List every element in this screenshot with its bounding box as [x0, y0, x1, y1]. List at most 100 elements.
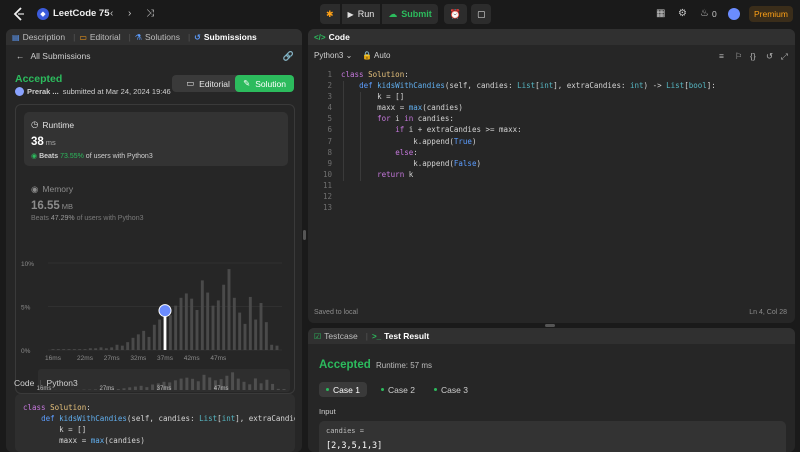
- overview-tick-label: 37ms: [157, 386, 172, 392]
- gear-icon[interactable]: ⚙: [678, 8, 687, 19]
- braces-icon[interactable]: {}: [750, 51, 756, 61]
- case-tab-1[interactable]: Case 1: [319, 382, 367, 397]
- test-tabbar: ☑ Testcase | >_ Test Result: [308, 328, 795, 344]
- auto-mode[interactable]: 🔒 Auto: [362, 51, 390, 60]
- x-tick-label: 16ms: [45, 355, 62, 362]
- submit-button[interactable]: ☁ Submit: [382, 4, 438, 24]
- overview-bar: [202, 374, 206, 390]
- pencil-icon: ✎: [243, 78, 251, 88]
- chevron-left-icon[interactable]: ‹: [110, 8, 113, 19]
- layout-grid-icon[interactable]: ▦: [656, 8, 665, 19]
- chart-bar: [259, 303, 263, 350]
- test-status: Accepted: [319, 359, 371, 371]
- your-submission-marker: [158, 304, 172, 318]
- study-plan-title[interactable]: LeetCode 75: [53, 8, 110, 19]
- back-to-submissions[interactable]: ← All Submissions: [16, 51, 91, 61]
- code-editor-panel: </> Code Python3 ⌄ 🔒 Auto ≡ ⚐ {} ↺ ⤢ 1234…: [308, 29, 795, 323]
- cursor-position: Ln 4, Col 28: [749, 309, 787, 316]
- history-icon: ↺: [194, 32, 201, 42]
- chart-bar: [62, 349, 66, 350]
- overview-tick-label: 47ms: [214, 386, 229, 392]
- case-tab-2[interactable]: Case 2: [374, 382, 422, 397]
- tab-submissions[interactable]: ↺ Submissions: [194, 32, 257, 42]
- code-section-label: Code | Python3: [14, 378, 78, 388]
- bookmark-icon[interactable]: ⚐: [735, 51, 743, 62]
- run-button[interactable]: ▶ Run: [341, 4, 381, 24]
- y-tick-label: 5%: [21, 305, 31, 312]
- alarm-icon: ⏰: [449, 8, 461, 19]
- overview-bar: [271, 383, 275, 390]
- premium-button[interactable]: Premium: [749, 6, 793, 22]
- submission-panel: ▤ Description | ▭ Editorial | ⚗ Solutions |…: [6, 29, 302, 452]
- chart-bar: [168, 315, 172, 350]
- solution-button[interactable]: ✎ Solution: [235, 75, 294, 92]
- overview-bar: [208, 377, 212, 390]
- language-select[interactable]: Python3 ⌄: [314, 51, 352, 60]
- chart-bar: [254, 319, 258, 350]
- input-var-name: candies =: [326, 427, 364, 435]
- chart-bar: [179, 297, 183, 350]
- chart-bar: [136, 334, 140, 350]
- save-status: Saved to local: [314, 309, 358, 316]
- book-icon: ▭: [79, 32, 87, 42]
- chart-bar: [200, 280, 204, 350]
- chart-bar: [51, 349, 55, 350]
- performance-box: ◷ Runtime 38 ms ◉ Beats 73.55% of users wi…: [15, 104, 295, 394]
- chevron-down-icon: ⌄: [345, 51, 353, 60]
- overview-bar: [185, 377, 189, 390]
- submitted-code: class Solution: def kidsWithCandies(self…: [15, 394, 295, 452]
- chart-bar: [174, 305, 178, 350]
- chart-bar: [270, 344, 274, 350]
- overview-bar: [133, 386, 137, 390]
- overview-bar: [151, 384, 155, 390]
- tab-code[interactable]: </> Code: [314, 32, 350, 42]
- horizontal-splitter-handle[interactable]: [545, 324, 555, 327]
- streak-flame-icon[interactable]: ♨: [700, 8, 709, 19]
- tab-description[interactable]: ▤ Description: [12, 32, 65, 42]
- chart-bar: [190, 298, 194, 350]
- label-divider: |: [39, 378, 42, 388]
- user-avatar[interactable]: [728, 8, 740, 20]
- overview-bar: [276, 388, 280, 390]
- tab-editorial[interactable]: ▭ Editorial: [79, 32, 120, 42]
- overview-bar: [191, 378, 195, 390]
- left-tabbar: ▤ Description | ▭ Editorial | ⚗ Solutions |…: [6, 29, 302, 45]
- x-tick-label: 22ms: [77, 355, 94, 362]
- overview-bar: [116, 389, 120, 390]
- tab-testcase[interactable]: ☑ Testcase: [314, 331, 358, 341]
- tab-divider: |: [73, 32, 76, 42]
- link-icon[interactable]: 🔗: [283, 51, 294, 62]
- checkbox-icon: ☑: [314, 331, 322, 341]
- note-icon: ▢: [476, 8, 486, 19]
- chart-bar: [206, 292, 210, 350]
- x-tick-label: 47ms: [210, 355, 227, 362]
- test-result-panel: ☑ Testcase | >_ Test Result Accepted Runti…: [308, 328, 795, 452]
- chart-bar: [142, 330, 146, 350]
- chart-bar: [195, 309, 199, 350]
- chart-bar: [88, 348, 92, 350]
- reset-icon[interactable]: ↺: [766, 51, 773, 62]
- runtime-distribution-chart[interactable]: 10%5%0%16ms 22ms 27ms 32ms 37ms 42ms 47ms16ms 2…: [16, 105, 296, 395]
- vertical-splitter-handle[interactable]: [303, 230, 306, 240]
- leetcode-logo-icon[interactable]: [12, 7, 26, 21]
- timer-button[interactable]: ⏰: [443, 4, 467, 24]
- submission-author: Prerak ... submitted at Mar 24, 2024 19:…: [15, 87, 171, 96]
- x-tick-label: 37ms: [157, 355, 174, 362]
- overview-bar: [248, 384, 252, 390]
- tab-divider: |: [365, 331, 368, 341]
- overview-bar: [282, 389, 286, 390]
- notes-button[interactable]: ▢: [470, 4, 492, 24]
- chart-bar: [67, 349, 71, 350]
- code-editor[interactable]: class Solution: def kidsWithCandies(self…: [341, 69, 716, 202]
- expand-icon[interactable]: ⤢: [781, 51, 788, 62]
- format-lines-icon[interactable]: ≡: [719, 51, 724, 61]
- shuffle-icon[interactable]: ⤨: [146, 8, 154, 19]
- editorial-button[interactable]: ▭ Editorial: [172, 75, 244, 92]
- tab-solutions[interactable]: ⚗ Solutions: [135, 32, 180, 42]
- tab-test-result[interactable]: >_ Test Result: [372, 331, 429, 341]
- terminal-icon: >_: [371, 331, 382, 341]
- debug-button[interactable]: ✱: [320, 4, 340, 24]
- chevron-right-icon[interactable]: ›: [128, 8, 131, 19]
- editor-tabbar: </> Code: [308, 29, 795, 45]
- case-tab-3[interactable]: Case 3: [427, 382, 475, 397]
